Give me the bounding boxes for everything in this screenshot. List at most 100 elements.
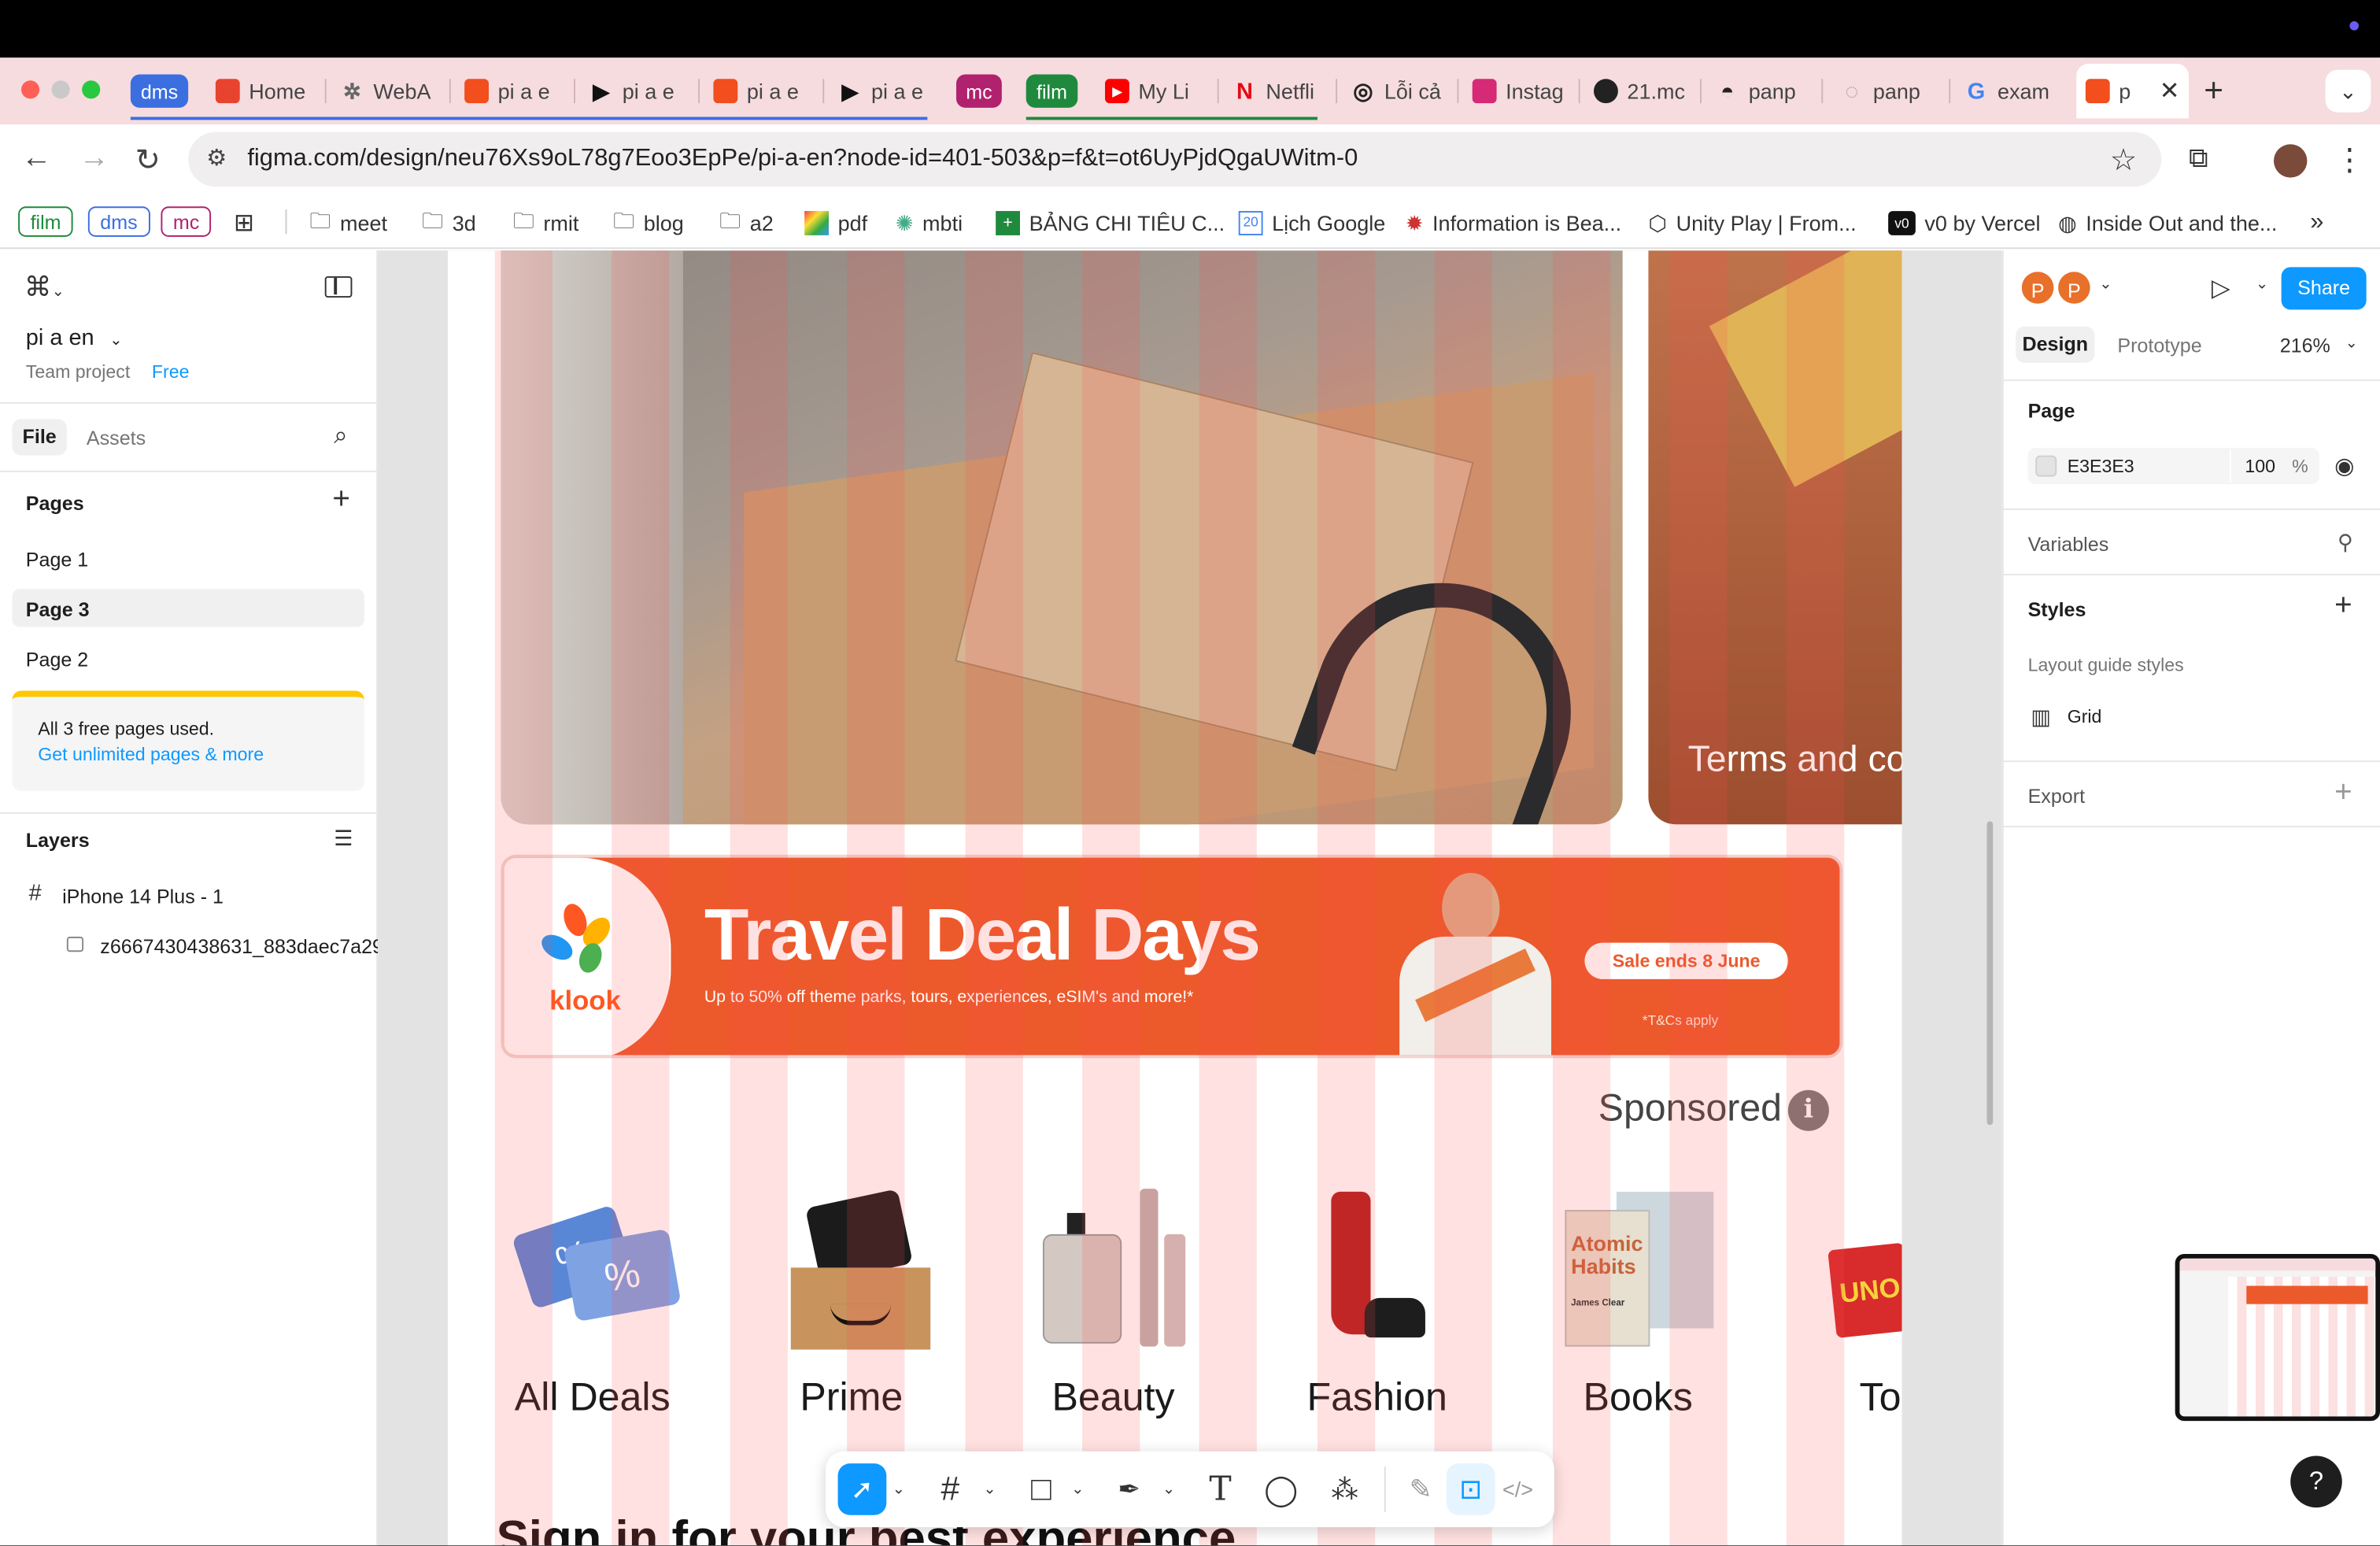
bookmark-folder[interactable]: 🗀 3d (422, 206, 476, 239)
toggle-sidebar-icon[interactable] (324, 276, 353, 298)
page-item-selected[interactable]: Page 3 (26, 598, 90, 621)
layers-list-icon[interactable]: ☰ (334, 826, 353, 852)
tab-prototype[interactable]: Prototype (2117, 334, 2201, 357)
figma-menu-icon[interactable]: ⌘⌄ (24, 272, 65, 303)
apps-grid-icon[interactable]: ⊞ (234, 206, 254, 239)
bookmark-link[interactable]: ✺ mbti (896, 206, 963, 239)
bookmark-folder[interactable]: 🗀 meet (309, 206, 387, 239)
browser-tab[interactable]: pi a e (704, 70, 822, 113)
category-toys[interactable]: To (1859, 1374, 1901, 1421)
tab-assets[interactable]: Assets (87, 427, 146, 449)
add-style-icon[interactable]: + (2334, 589, 2352, 623)
close-window-button[interactable] (20, 80, 40, 99)
add-page-icon[interactable]: + (332, 483, 350, 517)
export-label[interactable]: Export (2028, 785, 2085, 808)
browser-tab[interactable]: Home (206, 70, 337, 113)
variables-icon[interactable]: ⚲ (2338, 530, 2353, 556)
category-fashion[interactable]: Fashion (1306, 1374, 1447, 1421)
browser-tab[interactable]: ◌ panp (1831, 70, 1946, 113)
zoom-window-button[interactable] (82, 80, 101, 99)
page-color-value[interactable]: E3E3E3 (2068, 456, 2134, 477)
bookmark-group-film[interactable]: film (18, 206, 73, 237)
chevron-down-icon[interactable]: ⌄ (978, 1463, 1002, 1515)
zoom-level[interactable]: 216% (2280, 334, 2330, 357)
site-settings-icon[interactable]: ⚙ (206, 144, 227, 172)
chevron-down-icon[interactable]: ⌄ (2099, 276, 2112, 293)
text-tool-icon[interactable]: T (1196, 1463, 1245, 1515)
window-thumbnail[interactable] (2175, 1253, 2380, 1422)
design-mode-icon[interactable]: ⊡ (1446, 1463, 1495, 1515)
bookmark-folder[interactable]: 🗀 a2 (719, 206, 774, 239)
tab-group-dms[interactable]: dms (130, 74, 189, 108)
layer-frame[interactable]: iPhone 14 Plus - 1 (62, 885, 224, 908)
browser-tab[interactable]: Gexam (1955, 70, 2076, 113)
new-tab-icon[interactable]: + (2204, 72, 2223, 111)
browser-tab[interactable]: ▶ My Li (1096, 70, 1217, 113)
bookmark-folder[interactable]: 🗀 rmit (513, 206, 579, 239)
avatar[interactable]: P (2018, 268, 2057, 307)
profile-avatar[interactable] (2273, 144, 2308, 178)
plan-badge[interactable]: Free (152, 361, 190, 383)
bookmark-folder[interactable]: 🗀 blog (613, 206, 684, 239)
dev-mode-icon[interactable]: </> (1494, 1463, 1543, 1515)
rectangle-tool-icon[interactable]: □ (1017, 1463, 1066, 1515)
info-icon[interactable]: i (1787, 1089, 1829, 1131)
page-item[interactable]: Page 2 (26, 648, 88, 671)
bookmark-group-mc[interactable]: mc (161, 206, 212, 237)
page-opacity-value[interactable]: 100 (2245, 456, 2275, 477)
canvas-scrollbar[interactable] (1986, 821, 1994, 1126)
chevron-down-icon[interactable]: ⌄ (1157, 1463, 1181, 1515)
move-tool-icon[interactable]: ➚ (837, 1463, 887, 1515)
browser-tab-active[interactable]: p ✕ (2076, 63, 2189, 119)
chevron-down-icon[interactable]: ⌄ (2256, 276, 2268, 293)
category-books[interactable]: Books (1583, 1374, 1692, 1421)
avatar[interactable]: P (2055, 268, 2094, 307)
browser-tab[interactable]: ◎ Lỗi cả (1342, 70, 1451, 113)
browser-tab[interactable]: ▶ pi a e (580, 70, 698, 113)
back-icon[interactable]: ← (21, 141, 52, 176)
chevron-down-icon[interactable]: ⌄ (1066, 1463, 1090, 1515)
extensions-icon[interactable]: ⧉ (2189, 142, 2208, 174)
browser-tab[interactable]: pi a e (456, 70, 574, 113)
bookmark-link[interactable]: pdf (804, 206, 867, 239)
browser-menu-icon[interactable]: ⋮ (2334, 141, 2365, 179)
browser-tab[interactable]: ◓ panp (1706, 70, 1816, 113)
category-all-deals[interactable]: All Deals (515, 1374, 671, 1421)
bookmark-group-dms[interactable]: dms (87, 206, 150, 237)
page-item[interactable]: Page 1 (26, 548, 88, 571)
bookmark-star-icon[interactable]: ☆ (2110, 141, 2138, 179)
add-export-icon[interactable]: + (2334, 775, 2352, 810)
tab-design[interactable]: Design (2016, 326, 2095, 363)
browser-tab[interactable]: ✲ WebA (331, 70, 452, 113)
present-play-icon[interactable]: ▷ (2212, 273, 2230, 304)
frame-tool-icon[interactable]: # (926, 1463, 974, 1515)
reload-icon[interactable]: ↻ (135, 141, 161, 179)
category-beauty[interactable]: Beauty (1051, 1374, 1174, 1421)
bookmark-link[interactable]: ◍ Inside Out and the... (2058, 206, 2277, 239)
design-canvas[interactable]: Terms and co klook Travel Deal Days Up t… (378, 250, 2002, 1546)
page-color-swatch[interactable] (2035, 455, 2057, 477)
variables-label[interactable]: Variables (2028, 533, 2109, 556)
browser-tab[interactable]: N Netfli (1223, 70, 1329, 113)
terms-card[interactable]: Terms and co (1648, 250, 1902, 825)
bookmark-link[interactable]: ⬡ Unity Play | From... (1648, 206, 1856, 239)
comment-tool-icon[interactable]: ◯ (1257, 1463, 1306, 1515)
search-icon[interactable]: ⌕ (334, 423, 347, 451)
project-name[interactable]: pi a en ⌄ (26, 325, 123, 351)
tab-search-chevron-icon[interactable]: ⌄ (2325, 69, 2371, 113)
upgrade-link[interactable]: Get unlimited pages & more (38, 744, 264, 765)
tab-file[interactable]: File (12, 419, 67, 456)
layer-image[interactable]: z6667430438631_883daec7a294 (100, 935, 378, 958)
bookmark-link[interactable]: 20 Lịch Google (1238, 206, 1385, 239)
forward-icon[interactable]: → (79, 141, 109, 176)
minimize-window-button[interactable] (51, 80, 70, 99)
klook-banner[interactable]: klook Travel Deal Days Up to 50% off the… (501, 854, 1843, 1059)
bookmark-link[interactable]: ✹ Information is Bea... (1406, 206, 1621, 239)
close-tab-icon[interactable]: ✕ (2160, 76, 2180, 106)
tab-group-film[interactable]: film (1026, 74, 1078, 108)
eye-icon[interactable]: ◉ (2334, 453, 2354, 480)
actions-tool-icon[interactable]: ⁂ (1321, 1463, 1369, 1515)
grid-style-item[interactable]: Grid (2068, 706, 2102, 727)
share-button[interactable]: Share (2281, 267, 2367, 310)
chevron-down-icon[interactable]: ⌄ (2345, 335, 2358, 352)
